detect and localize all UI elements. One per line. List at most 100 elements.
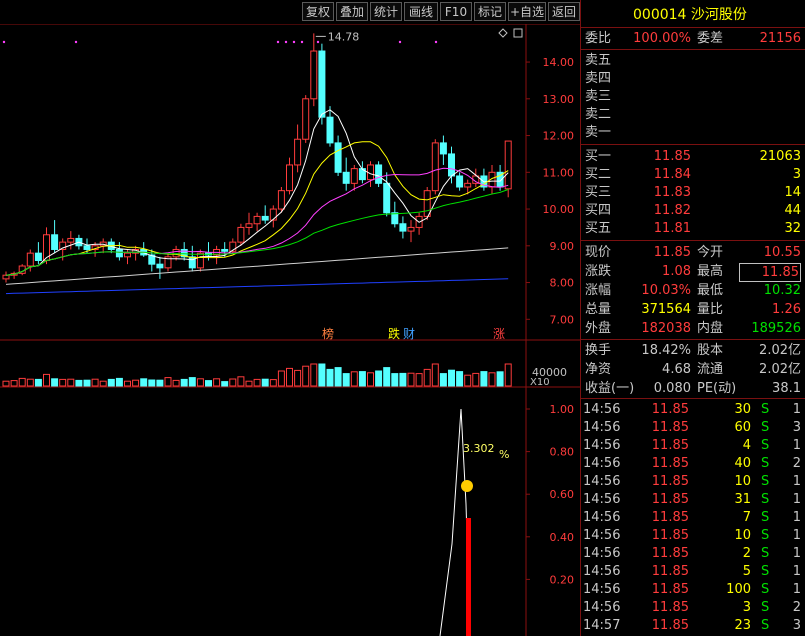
toolbar-button-2[interactable]: 统计 — [370, 2, 402, 21]
tick-count: 1 — [792, 546, 801, 561]
tick-volume: 5 — [742, 564, 751, 579]
volume-bar — [148, 379, 156, 387]
candle-body — [439, 142, 447, 155]
fund-label: 流通 — [697, 362, 724, 377]
quote-value: 11.85 — [739, 263, 801, 282]
toolbar-button-3[interactable]: 画线 — [404, 2, 438, 21]
tick-count: 3 — [792, 420, 801, 435]
volume-bar — [229, 378, 237, 387]
candle-body — [431, 142, 439, 192]
quote-label: 内盘 — [697, 321, 724, 336]
volume-bar — [399, 372, 407, 387]
stock-name: 沙河股份 — [690, 7, 747, 23]
quote-label: 涨跌 — [585, 264, 612, 279]
candle-body — [245, 223, 253, 228]
candle-body — [407, 226, 415, 232]
smiley-icon — [461, 480, 473, 492]
tick-count: 2 — [792, 600, 801, 615]
tick-time: 14:56 — [583, 492, 621, 507]
diamond-icon — [498, 28, 508, 38]
volume-bar — [124, 380, 131, 387]
toolbar-button-0[interactable]: 复权 — [302, 2, 334, 21]
tick-time: 14:56 — [583, 510, 621, 525]
indicator-tick-label: 0.80 — [550, 446, 575, 459]
volume-bar — [464, 374, 472, 387]
volume-bar — [448, 369, 455, 387]
ask-label: 卖二 — [585, 107, 612, 122]
signal-dot — [316, 40, 320, 44]
volume-bar — [253, 378, 261, 387]
chart-area[interactable]: 14.00 13.00 12.00 11.00 10.00 9.00 8.00 7.00 14.… — [0, 24, 580, 636]
volume-bar — [342, 373, 350, 387]
toolbar-button-6[interactable]: +自选 — [508, 2, 546, 21]
candle-body — [456, 175, 464, 188]
volume-bar — [407, 372, 415, 387]
tick-side: S — [761, 420, 770, 435]
toolbar-button-1[interactable]: 叠加 — [336, 2, 368, 21]
tick-time: 14:56 — [583, 528, 621, 543]
price-tick-label: 14.00 — [543, 56, 575, 69]
candle-body — [375, 164, 383, 184]
tick-count: 1 — [792, 438, 801, 453]
tick-volume: 23 — [734, 618, 751, 633]
quote-value: 1.26 — [772, 302, 801, 317]
tick-volume: 3 — [742, 600, 751, 615]
candle-body — [383, 182, 391, 214]
volume-bar — [221, 381, 229, 387]
quote-value: 10.03% — [641, 283, 691, 298]
volume-bar — [350, 371, 358, 387]
indicator-tick-label: 0.40 — [550, 531, 575, 544]
candle-body — [334, 142, 342, 173]
volume-bar — [26, 378, 34, 387]
stock-code: 000014 — [633, 7, 687, 23]
volume-bar — [488, 372, 496, 387]
tick-time: 14:57 — [583, 618, 621, 633]
candle-body — [51, 234, 59, 250]
volume-bar — [59, 378, 67, 387]
candle-body — [391, 212, 399, 225]
fund-value: 4.68 — [662, 362, 691, 377]
volume-bar — [496, 371, 504, 387]
volume-bar — [83, 379, 91, 387]
tick-price: 11.85 — [651, 456, 689, 471]
tick-price: 11.85 — [651, 564, 689, 579]
price-tick-label: 8.00 — [550, 277, 575, 290]
bid-volume: 32 — [784, 221, 801, 236]
bid-price: 11.84 — [653, 167, 691, 182]
toolbar: 复权 叠加 统计 画线 F10 标记 +自选 返回 — [0, 0, 580, 24]
tick-time: 14:56 — [583, 402, 621, 417]
volume-bar — [140, 378, 148, 387]
toolbar-button-5[interactable]: 标记 — [474, 2, 506, 21]
quote-label: 最低 — [697, 283, 724, 298]
tick-side: S — [761, 474, 770, 489]
tick-price: 11.85 — [651, 420, 689, 435]
volume-bar — [115, 377, 123, 387]
toolbar-button-7[interactable]: 返回 — [548, 2, 580, 21]
volume-bar — [334, 367, 342, 387]
signal-dot — [292, 40, 296, 44]
volume-bar — [310, 363, 318, 387]
volume-bar — [43, 373, 50, 387]
volume-bar — [261, 378, 269, 387]
price-tick-label: 7.00 — [550, 313, 575, 326]
indicator-tick-label: 0.60 — [550, 488, 575, 501]
tick-price: 11.85 — [651, 618, 689, 633]
volume-bar — [480, 371, 488, 387]
signal-dot — [300, 40, 304, 44]
kline-chart[interactable]: 14.00 13.00 12.00 11.00 10.00 9.00 8.00 7.00 14.… — [0, 24, 580, 636]
divider — [581, 398, 805, 399]
tick-volume: 4 — [742, 438, 751, 453]
tick-volume: 100 — [726, 582, 751, 597]
volume-bar — [107, 378, 115, 387]
toolbar-button-4[interactable]: F10 — [440, 2, 472, 21]
volume-bar — [18, 377, 26, 387]
volume-bar — [383, 367, 391, 387]
tick-volume: 2 — [742, 546, 751, 561]
tick-side: S — [761, 510, 770, 525]
tick-count: 1 — [792, 528, 801, 543]
quote-label: 今开 — [697, 245, 724, 260]
volume-bar — [172, 379, 180, 387]
bid-label: 买五 — [585, 221, 612, 236]
candle-body — [277, 190, 285, 210]
candle-body — [156, 263, 164, 269]
